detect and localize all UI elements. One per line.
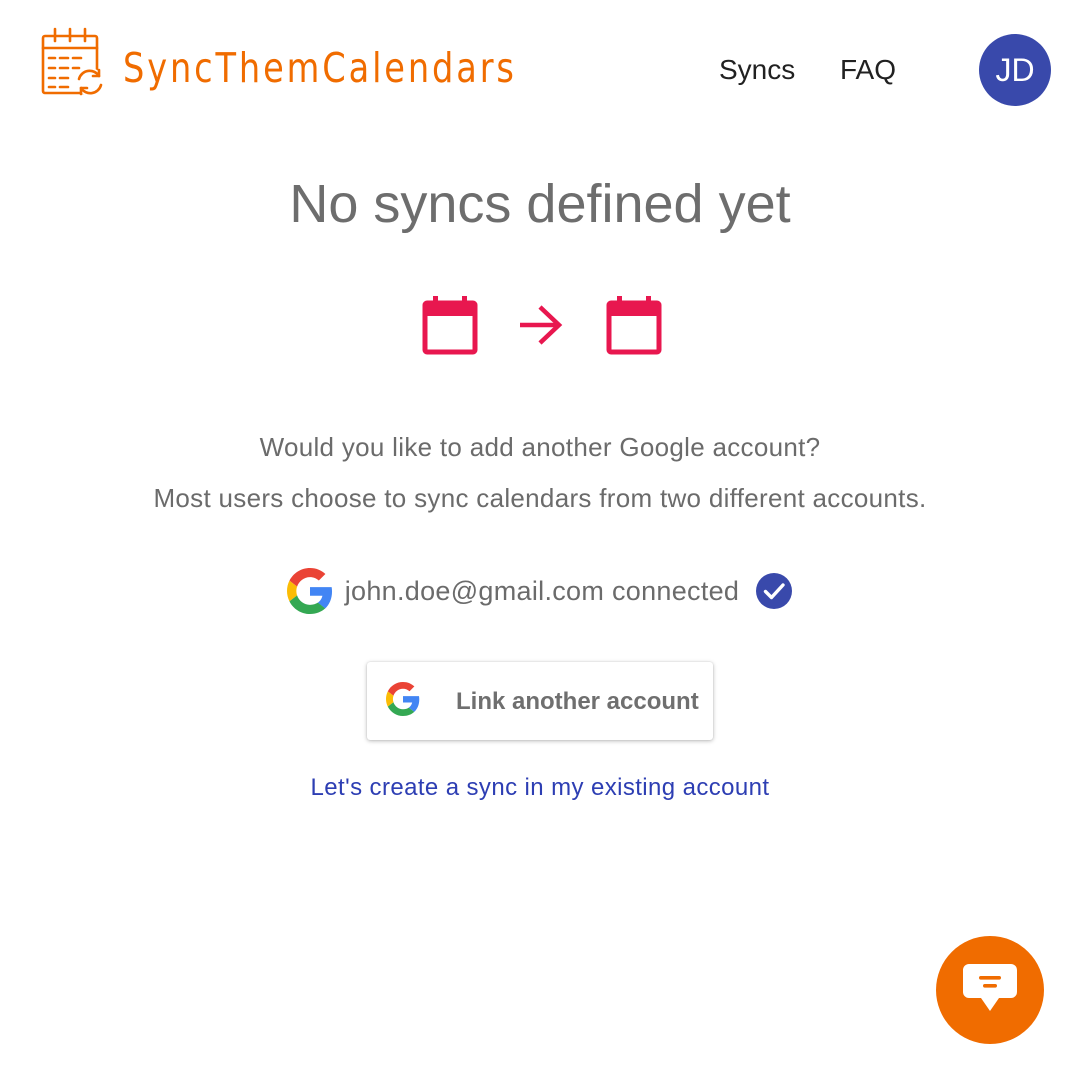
avatar-button[interactable]: JD bbox=[979, 34, 1051, 106]
chat-bubble-icon bbox=[963, 964, 1017, 1011]
nav-faq-link[interactable]: FAQ bbox=[840, 50, 896, 90]
arrow-right-icon bbox=[520, 305, 563, 345]
connected-account-email: john.doe@gmail.com connected bbox=[344, 575, 740, 606]
link-another-account-button[interactable]: Link another account bbox=[367, 662, 713, 740]
calendar-icon bbox=[422, 296, 478, 355]
page-title: No syncs defined yet bbox=[289, 174, 791, 234]
nav-syncs-link[interactable]: Syncs bbox=[719, 50, 795, 90]
sync-illustration bbox=[420, 295, 662, 357]
create-sync-existing-account-link[interactable]: Let's create a sync in my existing accou… bbox=[0, 768, 1080, 808]
google-g-icon bbox=[286, 568, 332, 614]
page: SyncThemCalendars Syncs FAQ JD No syncs … bbox=[0, 0, 1080, 1080]
chat-button[interactable] bbox=[936, 936, 1044, 1044]
avatar-initials: JD bbox=[995, 51, 1035, 88]
link-another-account-label: Link another account bbox=[456, 688, 699, 715]
google-g-icon bbox=[386, 682, 420, 716]
calendar-icon bbox=[606, 296, 662, 355]
brand-name[interactable]: SyncThemCalendars bbox=[123, 38, 517, 98]
sync-hint: Most users choose to sync calendars from… bbox=[153, 483, 927, 513]
check-circle-icon bbox=[756, 573, 793, 609]
connected-account-row: john.doe@gmail.com connected bbox=[0, 565, 1080, 617]
add-account-question: Would you like to add another Google acc… bbox=[259, 432, 821, 462]
calendar-sync-icon bbox=[41, 27, 104, 96]
